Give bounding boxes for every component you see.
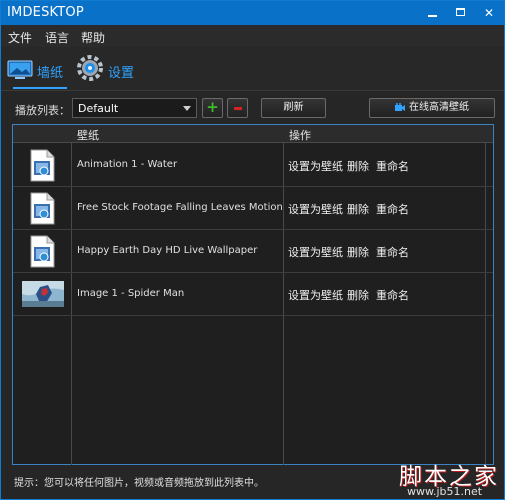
- table-row[interactable]: Animation 1 - Water 设置为壁纸 删除 重命名: [13, 144, 493, 186]
- gear-icon: [77, 55, 103, 81]
- close-button[interactable]: ✕: [475, 1, 503, 25]
- wallpaper-icon: [7, 60, 33, 79]
- header-actions: 操作: [289, 129, 311, 142]
- delete-link[interactable]: 删除: [347, 244, 369, 260]
- close-icon: ✕: [483, 6, 495, 20]
- refresh-label: 刷新: [283, 102, 304, 113]
- menu-bar: 文件 语言 帮助: [1, 25, 504, 47]
- app-window: IMDESKTOP ✕ 文件 语言 帮助 墙纸 设置 播放列表： Default…: [0, 0, 505, 500]
- audio-file-icon: [30, 235, 55, 268]
- image-thumbnail: [22, 281, 64, 307]
- wallpaper-name: Image 1 - Spider Man: [77, 288, 185, 299]
- tab-settings[interactable]: 设置: [77, 53, 141, 85]
- set-wallpaper-link[interactable]: 设置为壁纸: [288, 287, 343, 303]
- playlist-value: Default: [78, 102, 119, 115]
- maximize-button[interactable]: [447, 1, 475, 25]
- row-divider: [13, 315, 493, 316]
- camera-icon: [395, 103, 405, 111]
- tab-settings-label: 设置: [108, 66, 135, 81]
- rename-link[interactable]: 重命名: [376, 201, 409, 217]
- menu-file[interactable]: 文件: [8, 29, 32, 46]
- table-row[interactable]: Image 1 - Spider Man 设置为壁纸 删除 重命名: [13, 273, 493, 315]
- refresh-button[interactable]: 刷新: [261, 98, 326, 118]
- drop-hint: 提示：您可以将任何图片，视频或音频拖放到此列表中。: [14, 478, 264, 489]
- minimize-button[interactable]: [419, 1, 447, 25]
- add-playlist-button[interactable]: +: [202, 98, 223, 118]
- watermark-url: www.jb51.net: [407, 485, 483, 498]
- plus-icon: +: [206, 98, 219, 116]
- tab-wallpaper[interactable]: 墙纸: [7, 53, 71, 89]
- online-wallpapers-label: 在线高清壁纸: [409, 102, 469, 113]
- set-wallpaper-link[interactable]: 设置为壁纸: [288, 201, 343, 217]
- wallpaper-name: Free Stock Footage Falling Leaves Motion…: [77, 202, 283, 213]
- table-header: 壁纸 操作: [13, 125, 493, 143]
- minimize-icon: [428, 15, 437, 17]
- watermark: 脚本之家 www.jb51.net: [399, 457, 505, 499]
- title-bar[interactable]: IMDESKTOP ✕: [1, 1, 504, 25]
- delete-link[interactable]: 删除: [347, 287, 369, 303]
- wallpaper-name: Animation 1 - Water: [77, 159, 178, 170]
- menu-help[interactable]: 帮助: [81, 29, 105, 46]
- rename-link[interactable]: 重命名: [376, 158, 409, 174]
- table-row[interactable]: Happy Earth Day HD Live Wallpaper 设置为壁纸 …: [13, 230, 493, 272]
- set-wallpaper-link[interactable]: 设置为壁纸: [288, 244, 343, 260]
- delete-link[interactable]: 删除: [347, 201, 369, 217]
- tab-selected-indicator: [13, 87, 67, 89]
- rename-link[interactable]: 重命名: [376, 244, 409, 260]
- online-wallpapers-button[interactable]: 在线高清壁纸: [369, 98, 495, 118]
- chevron-down-icon: [183, 106, 191, 111]
- wallpaper-name: Happy Earth Day HD Live Wallpaper: [77, 245, 258, 256]
- audio-file-icon: [30, 149, 55, 182]
- toolbar: 播放列表： Default + 刷新 在线高清壁纸: [1, 93, 504, 123]
- tab-bar: 墙纸 设置: [1, 47, 504, 91]
- table-row[interactable]: Free Stock Footage Falling Leaves Motion…: [13, 187, 493, 229]
- wallpaper-list[interactable]: 壁纸 操作 Animation 1 - Water 设置为壁纸 删除 重命名 F…: [12, 124, 494, 465]
- set-wallpaper-link[interactable]: 设置为壁纸: [288, 158, 343, 174]
- delete-link[interactable]: 删除: [347, 158, 369, 174]
- playlist-label: 播放列表：: [15, 104, 70, 117]
- playlist-select[interactable]: Default: [72, 98, 197, 118]
- menu-language[interactable]: 语言: [45, 29, 69, 46]
- audio-file-icon: [30, 192, 55, 225]
- tab-wallpaper-label: 墙纸: [37, 66, 64, 81]
- window-title: IMDESKTOP: [7, 5, 84, 20]
- remove-playlist-button[interactable]: [227, 98, 248, 118]
- header-wallpaper: 壁纸: [77, 129, 99, 142]
- rename-link[interactable]: 重命名: [376, 287, 409, 303]
- minus-icon: [234, 107, 242, 110]
- maximize-icon: [456, 8, 465, 16]
